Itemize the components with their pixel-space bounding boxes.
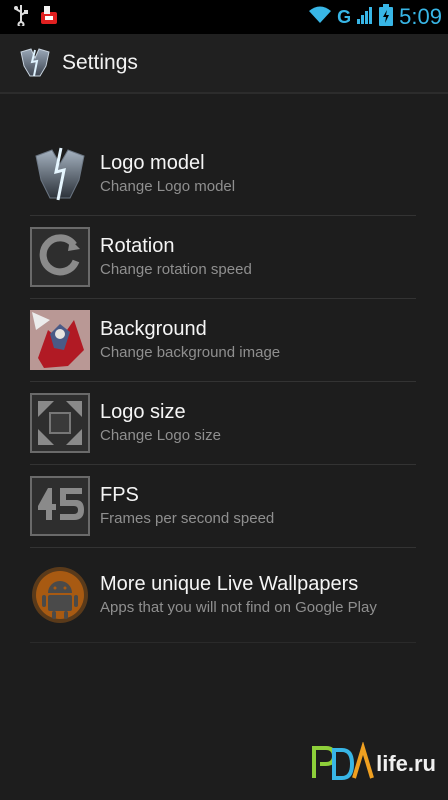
setting-subtitle: Change Logo model xyxy=(100,178,236,195)
settings-list: Logo model Change Logo model Rotation Ch… xyxy=(30,133,416,643)
page-title: Settings xyxy=(62,51,138,74)
setting-rotation[interactable]: Rotation Change rotation speed xyxy=(30,216,416,299)
setting-subtitle: Apps that you will not find on Google Pl… xyxy=(100,599,377,616)
setting-title: FPS xyxy=(100,484,139,506)
rotation-icon xyxy=(30,227,90,287)
pda-logo-icon xyxy=(312,741,375,786)
background-image-icon xyxy=(30,310,90,370)
watermark: life.ru xyxy=(312,741,436,786)
network-type: G xyxy=(337,6,352,27)
setting-title: More unique Live Wallpapers xyxy=(100,573,359,595)
setting-title: Rotation xyxy=(100,235,175,257)
logo-size-icon xyxy=(30,393,90,453)
clock: 5:09 xyxy=(399,4,442,29)
setting-fps[interactable]: FPS Frames per second speed xyxy=(30,465,416,548)
logo-model-icon xyxy=(30,144,90,204)
setting-title: Background xyxy=(100,318,207,340)
setting-subtitle: Change Logo size xyxy=(100,427,221,444)
notification-app-icon xyxy=(40,4,60,30)
action-bar: Settings xyxy=(0,34,448,94)
setting-logo-size[interactable]: Logo size Change Logo size xyxy=(30,382,416,465)
fps-icon xyxy=(30,476,90,536)
usb-icon xyxy=(14,4,28,30)
signal-icon xyxy=(357,6,373,28)
setting-subtitle: Change background image xyxy=(100,344,281,361)
wifi-icon xyxy=(309,6,332,28)
setting-background[interactable]: Background Change background image xyxy=(30,299,416,382)
setting-logo-model[interactable]: Logo model Change Logo model xyxy=(30,133,416,216)
transformers-logo-icon[interactable] xyxy=(18,46,52,80)
battery-icon xyxy=(379,4,394,30)
android-wallpapers-icon xyxy=(30,565,90,625)
watermark-text: life.ru xyxy=(376,751,436,776)
setting-subtitle: Change rotation speed xyxy=(100,261,252,278)
setting-subtitle: Frames per second speed xyxy=(100,510,275,527)
setting-more-wallpapers[interactable]: More unique Live Wallpapers Apps that yo… xyxy=(30,548,416,643)
setting-title: Logo model xyxy=(100,152,205,174)
status-bar: G 5:09 xyxy=(0,0,448,34)
setting-title: Logo size xyxy=(100,401,186,423)
